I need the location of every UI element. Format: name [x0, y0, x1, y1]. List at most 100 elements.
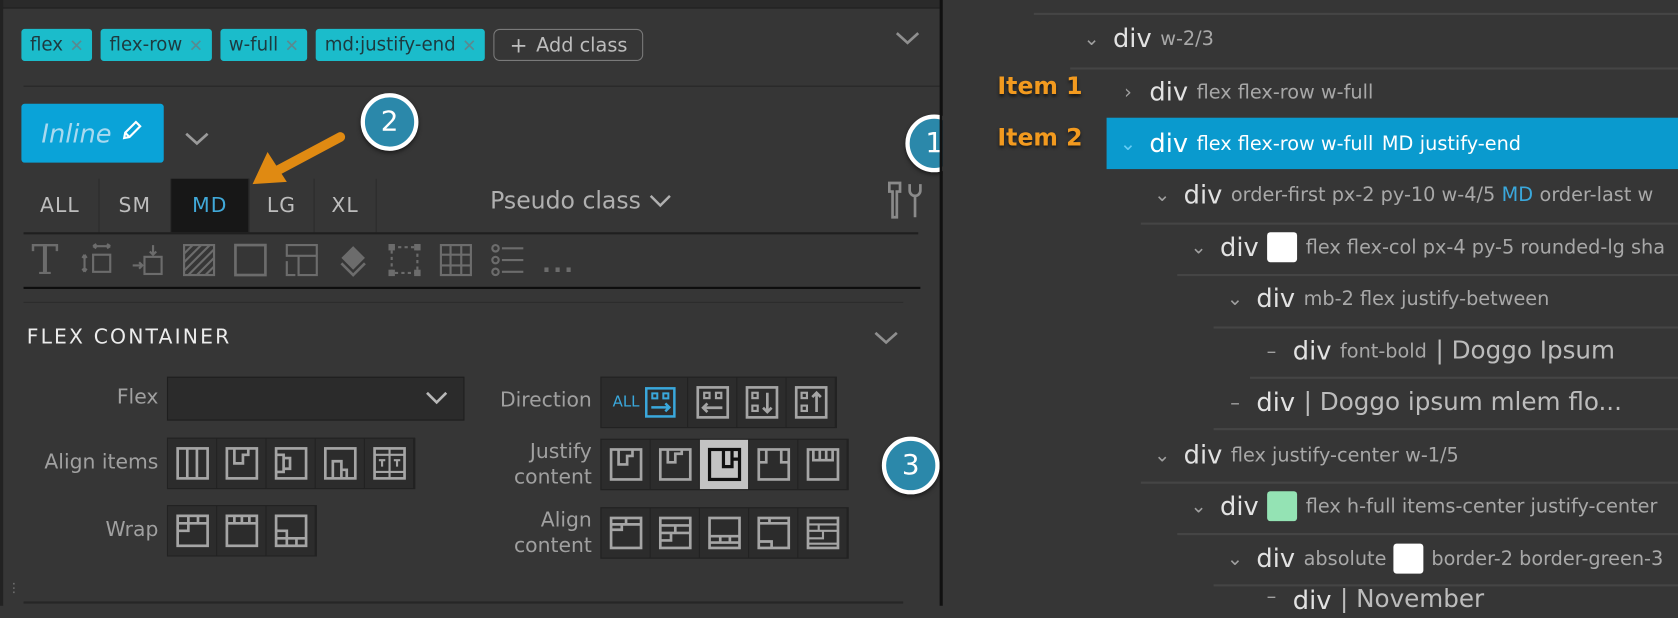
grid-icon[interactable]	[438, 242, 474, 278]
section-title: FLEX CONTAINER	[26, 325, 232, 349]
tree-row[interactable]: ⌄ div mb-2 flex justify-between	[1224, 273, 1678, 324]
justify-center-button[interactable]	[650, 439, 699, 490]
tree-row[interactable]: – div font-bold | Doggo Ipsum	[1261, 325, 1678, 376]
tree-row[interactable]: ⌄ div flex justify-center w-1/5	[1152, 429, 1678, 480]
align-stretch-button[interactable]	[168, 438, 217, 489]
align-content-end-button[interactable]	[699, 508, 749, 558]
tools-wrench-icon[interactable]	[884, 180, 927, 227]
tree-row[interactable]: ⌄ div order-first px-2 py-10 w-4/5 MD or…	[1152, 169, 1678, 220]
size-icon[interactable]	[78, 242, 114, 278]
align-center-button[interactable]	[266, 438, 315, 489]
tree-classes: border-2 border-green-3	[1431, 547, 1664, 570]
tree-classes: flex flex-row w-full	[1196, 80, 1374, 104]
wrap-button[interactable]	[168, 506, 217, 556]
tab-md[interactable]: MD	[171, 178, 250, 233]
tree-text: | November	[1340, 585, 1485, 614]
list-icon[interactable]	[489, 242, 525, 278]
color-swatch[interactable]	[1392, 543, 1423, 574]
remove-tag-icon[interactable]: ✕	[285, 35, 299, 55]
align-content-around-icon	[806, 516, 839, 550]
tree-row-selected[interactable]: ⌄ div flex flex-row w-full MD justify-en…	[1106, 117, 1678, 170]
tab-all[interactable]: ALL	[21, 178, 100, 233]
flex-select[interactable]	[166, 376, 465, 421]
tab-sm[interactable]: SM	[100, 178, 172, 233]
justify-end-button[interactable]	[699, 439, 749, 490]
typography-icon[interactable]: T	[27, 237, 63, 284]
chevron-down-icon[interactable]: ⌄	[1188, 495, 1209, 517]
chevron-down-icon[interactable]: ⌄	[1224, 287, 1245, 309]
align-content-center-button[interactable]	[650, 508, 699, 558]
inline-dropdown-chevron-icon[interactable]	[184, 131, 210, 152]
align-content-between-icon	[756, 516, 790, 550]
pseudo-class-label: Pseudo class	[490, 188, 641, 216]
color-swatch[interactable]	[1267, 232, 1298, 263]
flex-label: Flex	[116, 385, 159, 409]
direction-row-button[interactable]: ALL	[601, 377, 688, 428]
class-tag[interactable]: flex ✕	[21, 28, 93, 62]
transform-icon[interactable]	[386, 242, 422, 278]
wrap-label: Wrap	[105, 517, 159, 542]
background-icon[interactable]	[181, 242, 217, 278]
justify-between-button[interactable]	[749, 439, 798, 490]
tree-row[interactable]: – div | Doggo ipsum mlem flo...	[1224, 377, 1678, 428]
effects-icon[interactable]	[335, 242, 371, 278]
remove-tag-icon[interactable]: ✕	[189, 35, 203, 55]
tree-row[interactable]: ⌄ div absolute border-2 border-green-3	[1224, 533, 1678, 584]
tree-row[interactable]: ⌄ div w-2/3	[1081, 13, 1678, 64]
justify-content-group	[600, 438, 849, 491]
inline-style-button[interactable]: Inline	[21, 103, 164, 163]
remove-tag-icon[interactable]: ✕	[462, 35, 476, 55]
more-icon: ...	[542, 251, 576, 279]
collapse-section-chevron-icon[interactable]	[873, 330, 899, 351]
class-tag[interactable]: md:justify-end ✕	[316, 28, 486, 62]
direction-col-button[interactable]	[737, 377, 786, 428]
chevron-down-icon[interactable]: ⌄	[1152, 444, 1173, 466]
align-content-between-button[interactable]	[749, 508, 798, 558]
tree-tag: div	[1220, 232, 1259, 263]
layout-icon[interactable]	[284, 242, 320, 278]
remove-tag-icon[interactable]: ✕	[69, 35, 83, 55]
class-tag[interactable]: flex-row ✕	[100, 28, 212, 62]
spacing-icon[interactable]	[129, 242, 165, 278]
chevron-down-icon[interactable]: ⌄	[1224, 547, 1245, 569]
wrap-reverse-icon	[274, 514, 307, 548]
resize-handle[interactable]: ⋮	[7, 581, 20, 594]
chevron-right-icon[interactable]: ›	[1117, 81, 1138, 103]
chevron-down-icon[interactable]: ⌄	[1188, 236, 1209, 258]
class-tag[interactable]: w-full ✕	[220, 28, 308, 62]
direction-col-reverse-icon	[794, 386, 827, 419]
chevron-down-icon[interactable]: ⌄	[1117, 132, 1138, 154]
direction-row-reverse-icon	[695, 386, 729, 419]
md-classes: order-last w	[1539, 183, 1654, 207]
border-icon[interactable]	[232, 242, 268, 278]
tree-row[interactable]: ⌄ div flex flex-col px-4 py-5 rounded-lg…	[1188, 222, 1678, 273]
tree-tag: div	[1183, 179, 1223, 210]
tree-row[interactable]: › div flex flex-row w-full	[1117, 66, 1678, 117]
direction-row-reverse-button[interactable]	[688, 377, 737, 428]
align-content-label-line2: content	[513, 534, 592, 558]
wrap-reverse-button[interactable]	[266, 506, 315, 556]
tree-row[interactable]: ⌄ div flex h-full items-center justify-c…	[1188, 481, 1678, 532]
plus-icon: +	[509, 32, 528, 58]
justify-around-button[interactable]	[798, 439, 847, 490]
align-end-button[interactable]	[315, 438, 364, 489]
nowrap-button[interactable]	[217, 506, 266, 556]
chevron-down-icon[interactable]: ⌄	[1152, 184, 1173, 206]
tree-tag: div	[1256, 283, 1296, 314]
justify-start-button[interactable]	[601, 439, 650, 490]
add-class-button[interactable]: + Add class	[493, 28, 644, 62]
align-start-button[interactable]	[217, 438, 266, 489]
annotation-item-1: Item 1	[997, 73, 1083, 101]
collapse-tags-chevron-icon[interactable]	[895, 30, 921, 52]
justify-end-icon	[707, 447, 741, 482]
align-baseline-button[interactable]	[364, 438, 414, 489]
pseudo-class-dropdown[interactable]: Pseudo class	[490, 188, 672, 215]
align-content-around-button[interactable]	[798, 508, 847, 558]
direction-col-reverse-button[interactable]	[786, 377, 835, 428]
chevron-down-icon[interactable]: ⌄	[1081, 27, 1102, 49]
more-tools-button[interactable]: ...	[540, 242, 576, 278]
align-content-label-line1: Align	[540, 508, 592, 532]
align-content-start-button[interactable]	[601, 508, 650, 558]
color-swatch[interactable]	[1267, 491, 1298, 522]
tree-row[interactable]: – div | November	[1261, 585, 1678, 617]
